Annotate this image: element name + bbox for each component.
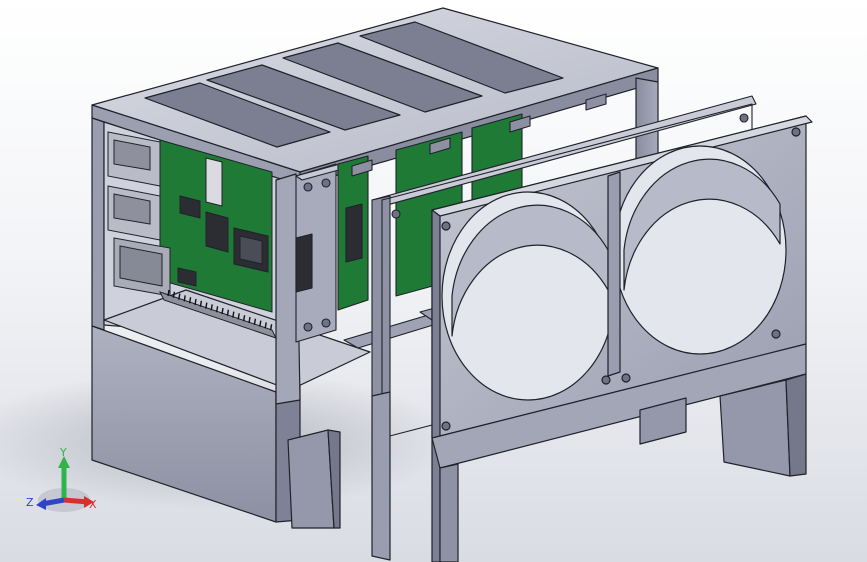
gpio-pin	[226, 309, 230, 316]
fan-divider	[607, 171, 621, 377]
shroud-screw	[621, 373, 631, 383]
cad-viewport[interactable]: Y X Z	[0, 0, 867, 562]
gpio-pin	[172, 291, 176, 298]
shroud-screw	[441, 221, 451, 231]
gpio-pin	[269, 324, 273, 331]
z-axis-label: Z	[26, 496, 34, 509]
left-front-post	[91, 117, 105, 331]
gpio-pin	[253, 318, 257, 325]
mount-screw	[303, 182, 313, 192]
gpio-pin	[237, 313, 240, 320]
gpio-pin	[194, 298, 197, 306]
gpio-pin	[199, 300, 203, 307]
shroud-screw	[791, 127, 801, 137]
gpio-pin	[248, 316, 251, 324]
ic-chip	[345, 203, 363, 263]
shroud-screw	[771, 329, 781, 339]
gpio-pin	[167, 289, 170, 297]
stand-leg-right	[719, 379, 791, 477]
stand-leg-left	[439, 463, 459, 562]
gpio-pin	[259, 320, 262, 327]
shroud-screw	[601, 375, 611, 385]
mount-screw	[321, 318, 331, 328]
x-axis-label: X	[89, 498, 97, 511]
enclosure-foot	[287, 429, 335, 529]
gpio-pin	[232, 311, 235, 318]
gpio-pin	[215, 306, 219, 313]
gpio-pin	[205, 302, 208, 309]
frame-screw	[391, 209, 401, 219]
gpio-pin	[221, 307, 224, 315]
y-axis-label: Y	[59, 446, 67, 459]
model-view-canvas[interactable]: Y X Z	[0, 0, 867, 562]
gpio-pin	[178, 293, 181, 300]
gpio-pin	[188, 297, 192, 304]
rear-frame-leg	[371, 391, 391, 561]
ram-chip	[205, 211, 229, 253]
ic-chip	[295, 233, 313, 293]
gpio-pin	[210, 304, 213, 311]
gpio-pin	[264, 322, 267, 329]
shroud-screw	[441, 421, 451, 431]
frame-screw	[739, 113, 749, 123]
gpio-pin	[183, 295, 186, 302]
gpio-pin	[242, 315, 246, 322]
ribbon-connector	[205, 157, 223, 207]
mount-screw	[321, 178, 331, 188]
mount-screw	[303, 322, 313, 332]
